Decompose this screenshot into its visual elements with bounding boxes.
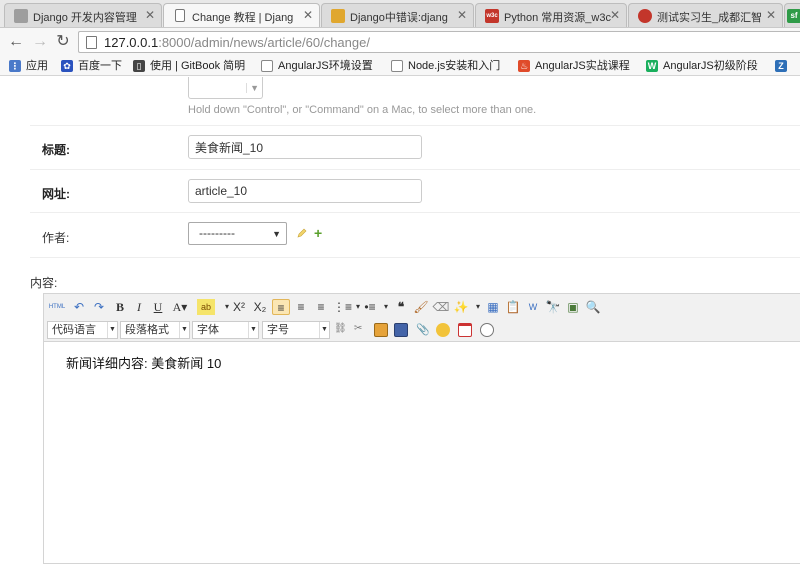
forward-arrow-icon[interactable]: → <box>30 32 50 52</box>
bold-icon[interactable]: B <box>111 299 129 315</box>
underline-icon[interactable]: U <box>149 299 167 315</box>
bookmark-apps[interactable]: ⋮ 应用 <box>6 58 48 74</box>
image-icon[interactable] <box>374 323 388 337</box>
unlink-icon[interactable]: ✂ <box>354 323 368 337</box>
eraser-icon[interactable]: ⌫ <box>432 299 450 315</box>
pencil-icon[interactable] <box>297 228 307 238</box>
rich-text-editor: HTML ↶ ↷ B I U A▾ ab ▾ X² X₂ ≡ ≡ ≡ ⋮≡ ▾ … <box>43 293 800 564</box>
preview-icon[interactable]: ▣ <box>564 299 582 315</box>
blockquote-icon[interactable]: ❝ <box>392 299 410 315</box>
divider <box>30 125 800 126</box>
divider <box>30 169 800 170</box>
multiselect-help-text: Hold down "Control", or "Command" on a M… <box>188 104 537 116</box>
html-source-icon[interactable]: HTML <box>48 299 66 315</box>
bookmark-gitbook[interactable]: ▯ 使用 | GitBook 简明 <box>130 58 245 74</box>
back-arrow-icon[interactable]: ← <box>6 32 26 52</box>
font-size-select[interactable]: 字号 ▼ <box>262 321 330 339</box>
author-label: 作者: <box>42 231 70 245</box>
link-icon[interactable]: ⛓ <box>334 323 348 337</box>
word-paste-icon[interactable]: W <box>524 299 542 315</box>
paste-icon[interactable]: 📋 <box>504 299 522 315</box>
subscript-icon[interactable]: X₂ <box>251 299 269 315</box>
divider <box>30 257 800 258</box>
sf-icon: sf <box>787 9 800 23</box>
add-author-icon[interactable]: + <box>314 226 322 240</box>
font-color-icon[interactable]: A▾ <box>171 299 189 315</box>
bookmark-z[interactable]: Z <box>772 58 792 74</box>
bookmark-angular-env[interactable]: AngularJS环境设置 <box>258 58 373 74</box>
attachment-icon[interactable]: 📎 <box>416 323 430 337</box>
page-icon <box>391 60 403 72</box>
emotion-icon[interactable] <box>436 323 450 337</box>
superscript-icon[interactable]: X² <box>230 299 248 315</box>
align-right-icon[interactable]: ≡ <box>312 299 330 315</box>
url-text: 127.0.0.1:8000/admin/news/article/60/cha… <box>104 35 370 50</box>
divider <box>30 212 800 213</box>
chevron-down-icon: ▼ <box>272 229 281 239</box>
highlight-icon[interactable]: ab <box>197 299 215 315</box>
table-icon[interactable]: ▦ <box>484 299 502 315</box>
page-info-icon[interactable] <box>86 36 97 49</box>
date-icon[interactable] <box>458 323 472 337</box>
chevron-down-icon: ▼ <box>246 83 259 93</box>
close-icon[interactable]: ✕ <box>766 8 776 22</box>
close-icon[interactable]: ✕ <box>145 8 155 22</box>
bookmarks-bar: ⋮ 应用 ✿ 百度一下 ▯ 使用 | GitBook 简明 AngularJS环… <box>0 56 800 76</box>
folder-icon <box>331 9 345 23</box>
z-icon: Z <box>775 60 787 72</box>
page-icon <box>261 60 273 72</box>
url-input[interactable] <box>188 179 422 203</box>
admin-form: ▼ Hold down "Control", or "Command" on a… <box>0 77 800 564</box>
browser-tab-4[interactable]: w3c Python 常用资源_w3c ✕ <box>475 3 627 27</box>
video-icon[interactable] <box>394 323 408 337</box>
font-family-select[interactable]: 字体 ▼ <box>192 321 259 339</box>
browser-tab-5[interactable]: 测试实习生_成都汇智 ✕ <box>628 3 783 27</box>
find-icon[interactable]: 🔭 <box>544 299 562 315</box>
address-bar[interactable]: 127.0.0.1:8000/admin/news/article/60/cha… <box>78 31 800 53</box>
editor-toolbar: HTML ↶ ↷ B I U A▾ ab ▾ X² X₂ ≡ ≡ ≡ ⋮≡ ▾ … <box>44 294 800 342</box>
apps-icon: ⋮ <box>9 60 21 72</box>
format-brush-icon[interactable]: 🖌 <box>412 299 430 315</box>
reload-icon[interactable]: ↻ <box>53 32 73 52</box>
close-icon[interactable]: ✕ <box>457 8 467 22</box>
doc-icon <box>175 9 185 22</box>
browser-tab-1[interactable]: Django 开发内容管理 ✕ <box>4 3 162 27</box>
bird-icon <box>638 9 652 23</box>
align-center-icon[interactable]: ≡ <box>292 299 310 315</box>
w-icon: W <box>646 60 658 72</box>
title-input[interactable] <box>188 135 422 159</box>
paragraph-format-select[interactable]: 段落格式 ▼ <box>120 321 190 339</box>
baidu-icon: ✿ <box>61 60 73 72</box>
browser-tab-6[interactable]: sf <box>784 3 800 27</box>
page-icon <box>14 9 28 23</box>
italic-icon[interactable]: I <box>130 299 148 315</box>
w3c-icon: w3c <box>485 9 499 23</box>
bookmark-nodejs[interactable]: Node.js安装和入门 <box>388 58 500 74</box>
bookmark-angular-basic[interactable]: W AngularJS初级阶段 <box>643 58 758 74</box>
book-icon: ▯ <box>133 60 145 72</box>
redo-icon[interactable]: ↷ <box>90 299 108 315</box>
content-label: 内容: <box>30 276 58 290</box>
bookmark-baidu[interactable]: ✿ 百度一下 <box>58 58 122 74</box>
browser-toolbar: ← → ↻ 127.0.0.1:8000/admin/news/article/… <box>0 28 800 56</box>
title-label: 标题: <box>42 143 70 157</box>
browser-tab-2[interactable]: Change 教程 | Djang ✕ <box>163 3 320 27</box>
editor-content[interactable]: 新闻详细内容: 美食新闻 10 <box>66 353 221 372</box>
align-left-icon[interactable]: ≡ <box>272 299 290 315</box>
code-language-select[interactable]: 代码语言 ▼ <box>47 321 118 339</box>
zoom-icon[interactable]: 🔍 <box>584 299 602 315</box>
fire-icon: ♨ <box>518 60 530 72</box>
bookmark-angular-course[interactable]: ♨ AngularJS实战课程 <box>515 58 630 74</box>
magic-wand-icon[interactable]: ✨ <box>452 299 470 315</box>
url-label: 网址: <box>42 187 70 201</box>
undo-icon[interactable]: ↶ <box>70 299 88 315</box>
tags-multiselect[interactable]: ▼ <box>188 77 263 99</box>
browser-tab-3[interactable]: Django中错误:djang ✕ <box>321 3 474 27</box>
close-icon[interactable]: ✕ <box>610 8 620 22</box>
author-select[interactable]: --------- ▼ <box>188 222 287 245</box>
close-icon[interactable]: ✕ <box>303 8 313 22</box>
browser-tab-bar: Django 开发内容管理 ✕ Change 教程 | Djang ✕ Djan… <box>0 0 800 28</box>
time-icon[interactable] <box>480 323 494 337</box>
